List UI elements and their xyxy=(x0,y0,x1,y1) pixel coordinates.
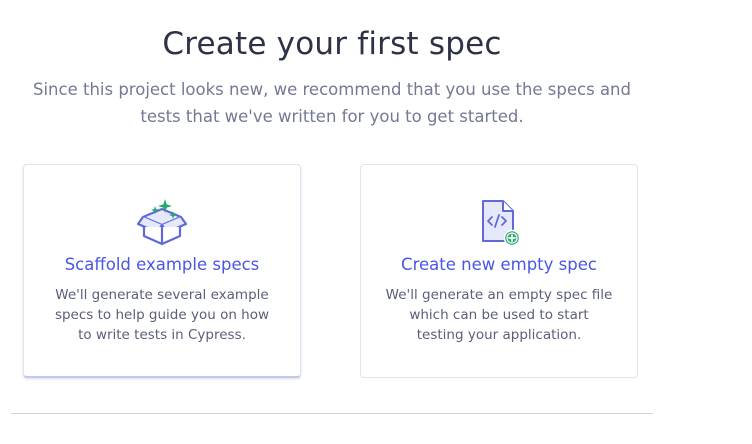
card-description: We'll generate an empty spec file which … xyxy=(385,287,613,343)
card-description: We'll generate several example specs to … xyxy=(54,287,270,343)
page-title: Create your first spec xyxy=(162,26,502,62)
card-title: Scaffold example specs xyxy=(64,255,260,274)
card-title: Create new empty spec xyxy=(401,255,597,274)
page-subtitle: Since this project looks new, we recomme… xyxy=(33,80,631,126)
scaffold-example-specs-card[interactable]: Scaffold example specs We'll generate se… xyxy=(23,164,301,378)
create-new-empty-spec-card[interactable]: Create new empty spec We'll generate an … xyxy=(360,164,638,378)
divider xyxy=(11,413,653,414)
box-sparkle-icon xyxy=(135,197,189,251)
file-code-add-icon xyxy=(472,197,526,251)
